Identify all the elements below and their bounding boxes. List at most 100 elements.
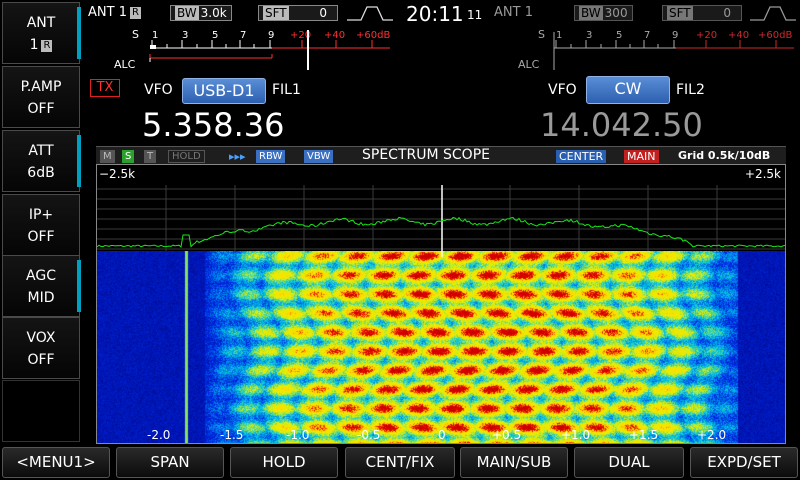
expd-set-button[interactable]: EXPD/SET bbox=[690, 447, 798, 478]
agc-label: AGC bbox=[26, 268, 56, 284]
x-label: +1.0 bbox=[561, 428, 591, 442]
scope-right-edge: +2.5k bbox=[744, 167, 781, 181]
main-scale-9: 9 bbox=[268, 30, 274, 41]
sub-filter-label[interactable]: FIL2 bbox=[676, 82, 705, 98]
pamp-value: OFF bbox=[27, 101, 55, 117]
main-scale-p60: +60dB bbox=[356, 30, 390, 41]
ant-label: ANT bbox=[26, 15, 56, 31]
sub-sft-value: 0 bbox=[723, 6, 731, 20]
x-label: +2.0 bbox=[697, 428, 727, 442]
ipplus-button[interactable]: IP+ OFF bbox=[2, 194, 80, 256]
att-active-indicator bbox=[77, 135, 81, 187]
agc-button[interactable]: AGC MID bbox=[2, 255, 81, 317]
sub-scale-p40: +40 bbox=[728, 30, 749, 41]
sub-s-meter: S 1 3 5 7 9 +20 +40 +60dB bbox=[538, 28, 794, 70]
pamp-label: P.AMP bbox=[20, 79, 62, 95]
scope-tag-m[interactable]: M bbox=[100, 150, 115, 163]
main-sft-label: SFT bbox=[263, 6, 289, 20]
sub-scale-9: 9 bbox=[672, 30, 678, 41]
ipplus-value: OFF bbox=[27, 229, 55, 245]
fft-grid bbox=[97, 185, 785, 251]
scope-center-mode[interactable]: CENTER bbox=[556, 150, 607, 163]
x-label: 0 bbox=[438, 428, 446, 442]
sub-scale-3: 3 bbox=[586, 30, 592, 41]
main-bw-chip[interactable]: BW 3.0k bbox=[170, 5, 232, 21]
sub-scale-7: 7 bbox=[644, 30, 650, 41]
sub-antenna: ANT 1 bbox=[494, 5, 533, 20]
sub-frequency[interactable]: 14.042.50 bbox=[540, 106, 703, 144]
ipplus-label: IP+ bbox=[28, 207, 54, 223]
x-label: +0.5 bbox=[492, 428, 522, 442]
main-frequency[interactable]: 5.358.36 bbox=[142, 106, 285, 144]
sub-bw-value: 300 bbox=[604, 6, 628, 20]
main-meter-s-label: S bbox=[132, 28, 139, 41]
main-filter-shape-icon bbox=[347, 6, 393, 21]
scope-tag-hold[interactable]: HOLD bbox=[168, 150, 205, 163]
main-mode-button[interactable]: USB-D1 bbox=[182, 78, 266, 104]
sub-meter-s-label: S bbox=[538, 28, 545, 41]
sub-scale-5: 5 bbox=[616, 30, 622, 41]
x-label: +1.5 bbox=[629, 428, 659, 442]
sub-bw-label: BW bbox=[579, 6, 603, 20]
scope-tag-rbw[interactable]: RBW bbox=[256, 150, 286, 163]
main-sft-chip[interactable]: SFT 0 bbox=[258, 5, 338, 21]
scope-title: SPECTRUM SCOPE bbox=[362, 147, 490, 163]
main-meter-alc-label: ALC bbox=[114, 58, 136, 71]
main-s-meter: S 1 3 5 7 9 +20 +40 +60dB bbox=[132, 28, 390, 70]
main-sft-value: 0 bbox=[319, 6, 327, 20]
att-label: ATT bbox=[28, 143, 54, 159]
agc-value: MID bbox=[27, 290, 55, 306]
hold-button[interactable]: HOLD bbox=[230, 447, 338, 478]
fft-spectrum-panel bbox=[97, 185, 785, 251]
ant-active-indicator bbox=[77, 7, 81, 59]
menu1-button[interactable]: <MENU1> bbox=[2, 447, 110, 478]
vox-button[interactable]: VOX OFF bbox=[2, 317, 80, 379]
sub-mode-button[interactable]: CW bbox=[586, 76, 670, 104]
att-value: 6dB bbox=[27, 165, 55, 181]
sub-sft-label: SFT bbox=[667, 6, 693, 20]
clock-seconds: 11 bbox=[467, 8, 483, 22]
sub-filter-shape-icon bbox=[750, 6, 796, 21]
sub-scale-p20: +20 bbox=[696, 30, 717, 41]
scope-tag-vbw[interactable]: VBW bbox=[304, 150, 334, 163]
scope-header: M S T HOLD ▸▸▸ RBW VBW SPECTRUM SCOPE CE… bbox=[96, 146, 786, 164]
fft-trace bbox=[97, 216, 785, 248]
x-label: -1.5 bbox=[220, 428, 244, 442]
main-bw-label: BW bbox=[175, 6, 199, 20]
scope-grid-info: Grid 0.5k/10dB bbox=[678, 149, 771, 162]
dual-button[interactable]: DUAL bbox=[574, 447, 684, 478]
waterfall-display bbox=[97, 251, 785, 443]
tx-indicator: TX bbox=[90, 79, 120, 97]
pamp-button[interactable]: P.AMP OFF bbox=[2, 66, 80, 128]
left-function-column: ANT 1R P.AMP OFF ATT 6dB IP+ OFF AGC MID… bbox=[0, 0, 84, 442]
main-sub-button[interactable]: MAIN/SUB bbox=[460, 447, 568, 478]
main-filter-label[interactable]: FIL1 bbox=[272, 82, 301, 98]
spectrum-scope[interactable]: −2.5k +2.5k » bbox=[96, 164, 786, 444]
scope-arrows-icon: ▸▸▸ bbox=[229, 150, 246, 163]
main-scale-7: 7 bbox=[240, 30, 246, 41]
x-label: -1.0 bbox=[286, 428, 310, 442]
main-vfo-label: VFO bbox=[144, 82, 173, 98]
vox-label: VOX bbox=[26, 330, 56, 346]
ant-button[interactable]: ANT 1R bbox=[2, 2, 81, 64]
scope-tag-t[interactable]: T bbox=[144, 150, 157, 163]
cent-fix-button[interactable]: CENT/FIX bbox=[345, 447, 455, 478]
main-scale-p40: +40 bbox=[324, 30, 345, 41]
main-antenna-r: R bbox=[129, 7, 141, 19]
sub-bw-chip[interactable]: BW 300 bbox=[574, 5, 633, 21]
scope-tag-s[interactable]: S bbox=[122, 150, 135, 163]
sub-scale-1: 1 bbox=[556, 30, 562, 41]
sub-sft-chip[interactable]: SFT 0 bbox=[662, 5, 742, 21]
main-scale-5: 5 bbox=[212, 30, 218, 41]
agc-active-indicator bbox=[77, 260, 81, 312]
clock-time: 20:11 bbox=[406, 2, 464, 26]
span-button[interactable]: SPAN bbox=[116, 447, 224, 478]
main-scale-3: 3 bbox=[182, 30, 188, 41]
scope-main-indicator[interactable]: MAIN bbox=[624, 150, 659, 163]
att-button[interactable]: ATT 6dB bbox=[2, 130, 81, 192]
main-antenna: ANT 1R bbox=[88, 5, 141, 20]
sub-scale-p60: +60dB bbox=[758, 30, 792, 41]
sub-vfo-label: VFO bbox=[548, 82, 577, 98]
x-label: -0.5 bbox=[357, 428, 381, 442]
sub-meter-alc-label: ALC bbox=[518, 58, 540, 71]
